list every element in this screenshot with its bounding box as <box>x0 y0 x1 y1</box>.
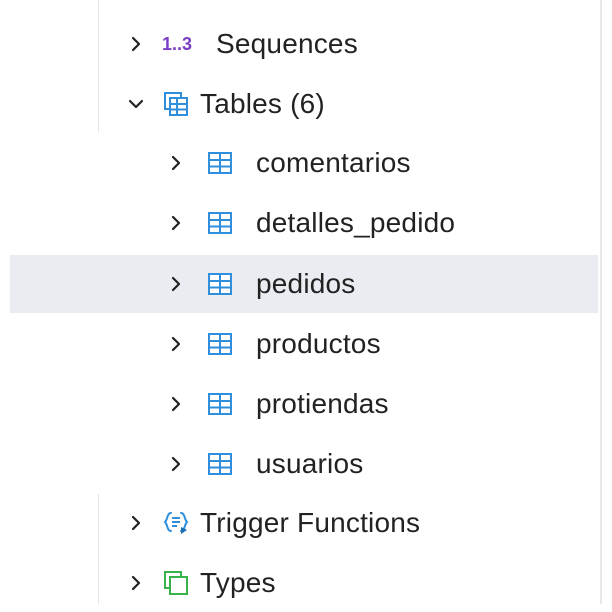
table-icon <box>206 270 234 298</box>
tree-node-table[interactable]: detalles_pedido <box>10 194 598 252</box>
tree-node-label: usuarios <box>256 448 364 479</box>
chevron-right-icon[interactable] <box>166 213 186 233</box>
table-icon <box>206 450 234 478</box>
tree-node-label: pedidos <box>256 268 356 299</box>
tree-node-table[interactable]: usuarios <box>10 435 598 493</box>
table-icon <box>206 209 234 237</box>
chevron-right-icon[interactable] <box>166 334 186 354</box>
trigger-function-icon <box>162 509 190 537</box>
types-icon <box>162 569 190 597</box>
table-count-badge: (6) <box>290 88 325 119</box>
chevron-right-icon[interactable] <box>126 513 146 533</box>
tree-node-label: Tables (6) <box>200 88 325 119</box>
chevron-down-icon[interactable] <box>126 94 146 114</box>
table-icon <box>206 390 234 418</box>
sequence-icon: 1..3 <box>162 33 193 54</box>
tree-node-table[interactable]: productos <box>10 315 598 373</box>
tree-node-label: comentarios <box>256 147 411 178</box>
chevron-right-icon[interactable] <box>166 454 186 474</box>
tree-node-label: detalles_pedido <box>256 207 456 238</box>
panel-border <box>600 0 602 604</box>
tree-node-types[interactable]: Types <box>10 554 598 612</box>
object-browser-tree: 1..3 Sequences Tables (6) comentarios de… <box>0 0 612 604</box>
chevron-right-icon[interactable] <box>166 153 186 173</box>
tree-node-label: Sequences <box>216 28 358 59</box>
tree-node-tables[interactable]: Tables (6) <box>10 75 598 133</box>
chevron-right-icon[interactable] <box>166 274 186 294</box>
chevron-right-icon[interactable] <box>126 573 146 593</box>
tree-node-label: Types <box>200 567 276 598</box>
chevron-right-icon[interactable] <box>166 394 186 414</box>
tree-node-label: protiendas <box>256 388 389 419</box>
tree-node-label: Trigger Functions <box>200 507 421 538</box>
tree-node-trigger-functions[interactable]: Trigger Functions <box>10 494 598 552</box>
tree-node-table-selected[interactable]: pedidos <box>10 255 598 313</box>
tree-node-sequences[interactable]: 1..3 Sequences <box>10 15 598 73</box>
tree-node-table[interactable]: comentarios <box>10 134 598 192</box>
tree-node-label: productos <box>256 328 381 359</box>
table-icon <box>206 330 234 358</box>
table-icon <box>206 149 234 177</box>
tables-group-icon <box>162 90 190 118</box>
chevron-right-icon[interactable] <box>126 34 146 54</box>
tree-node-table[interactable]: protiendas <box>10 375 598 433</box>
